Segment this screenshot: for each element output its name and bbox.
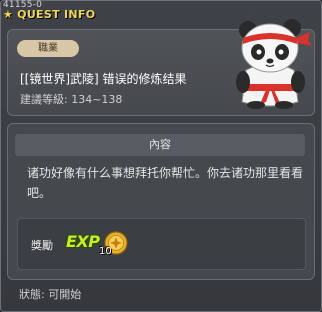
job-tag: 職業: [17, 40, 79, 57]
panda-npc-portrait: [236, 19, 312, 109]
reward-label: 獎勵: [31, 239, 53, 252]
exp-icon[interactable]: EXP: [66, 232, 100, 251]
quest-name: [[镜世界]武陵] 错误的修炼结果: [20, 72, 187, 86]
reward-count: 10: [99, 246, 112, 257]
star-icon: ★: [3, 8, 14, 21]
quest-status: 狀態: 可開始: [19, 288, 82, 301]
quest-description: 诸功好像有什么事想拜托你帮忙。你去诸功那里看看吧。: [27, 166, 304, 200]
window-title-text: QUEST INFO: [17, 8, 96, 21]
content-header: 內容: [15, 134, 305, 156]
window-title[interactable]: ★ QUEST INFO: [3, 8, 95, 21]
recommended-level: 建議等級: 134~138: [20, 93, 123, 106]
reward-box: [17, 218, 306, 270]
